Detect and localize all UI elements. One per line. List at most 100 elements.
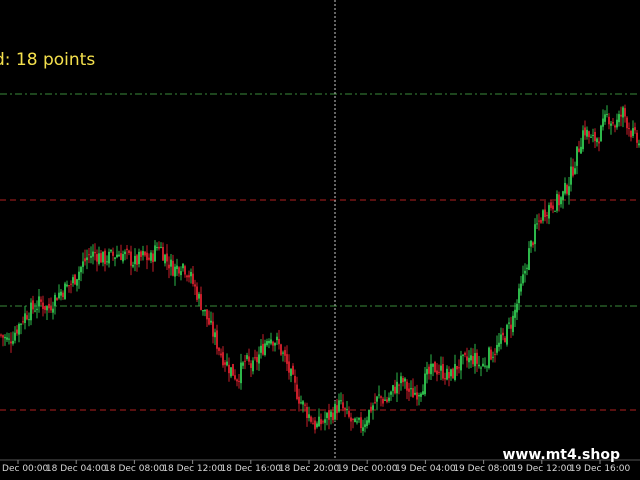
candle-bull xyxy=(164,254,166,264)
candle-bear xyxy=(310,416,312,422)
time-tick-label: 19 Dec 16:00 xyxy=(570,464,631,474)
candle-bull xyxy=(604,114,606,122)
candle-bear xyxy=(166,253,168,262)
candle-bear xyxy=(206,309,208,320)
candle-bull xyxy=(214,332,216,338)
candle-bear xyxy=(336,405,338,414)
candle-bull xyxy=(592,134,594,136)
candle-bull xyxy=(28,319,30,321)
candle-bull xyxy=(252,360,254,372)
candle-bear xyxy=(256,357,258,363)
candle-bear xyxy=(40,299,42,302)
candle-bull xyxy=(92,251,94,257)
candle-bear xyxy=(178,267,180,274)
candle-bull xyxy=(156,246,158,248)
candle-bull xyxy=(522,274,524,284)
candle-bear xyxy=(382,398,384,404)
candle-bear xyxy=(146,252,148,261)
candle-bull xyxy=(36,308,38,310)
candle-bull xyxy=(102,251,104,263)
candle-bull xyxy=(586,129,588,137)
candle-bear xyxy=(322,421,324,423)
candle-bull xyxy=(274,343,276,346)
candle-bull xyxy=(486,366,488,368)
candle-bear xyxy=(628,128,630,130)
candle-bear xyxy=(120,253,122,260)
candle-bear xyxy=(238,380,240,382)
candle-bull xyxy=(24,313,26,324)
candle-bear xyxy=(380,396,382,398)
candle-bull xyxy=(460,355,462,371)
candle-bull xyxy=(198,293,200,299)
candle-bear xyxy=(288,361,290,373)
candle-bear xyxy=(572,166,574,176)
candle-bear xyxy=(74,274,76,285)
time-tick-label: 19 Dec 08:00 xyxy=(453,464,514,474)
candle-bear xyxy=(104,250,106,265)
candle-bear xyxy=(130,251,132,266)
candle-bear xyxy=(558,194,560,206)
time-tick-label: 19 Dec 12:00 xyxy=(512,464,573,474)
candle-bear xyxy=(62,292,64,298)
candle-bull xyxy=(258,354,260,364)
candle-bull xyxy=(376,396,378,402)
candle-bull xyxy=(124,251,126,255)
candle-bull xyxy=(86,257,88,261)
candle-bull xyxy=(410,388,412,390)
candle-bull xyxy=(260,345,262,353)
candle-bull xyxy=(484,365,486,367)
candle-bear xyxy=(196,286,198,300)
candle-bear xyxy=(278,339,280,345)
candle-bull xyxy=(480,367,482,369)
candle-bull xyxy=(356,421,358,423)
candle-bear xyxy=(144,251,146,256)
candle-bear xyxy=(444,378,446,380)
candle-bull xyxy=(226,361,228,366)
candle-bull xyxy=(54,294,56,307)
candle-bear xyxy=(360,417,362,429)
candle-bear xyxy=(136,255,138,265)
candle-bull xyxy=(600,125,602,142)
candle-bear xyxy=(284,350,286,356)
candle-bear xyxy=(416,392,418,400)
candle-bull xyxy=(426,368,428,375)
candle-bear xyxy=(344,408,346,410)
candle-bull xyxy=(246,355,248,359)
candle-bull xyxy=(132,264,134,267)
candle-bear xyxy=(612,122,614,124)
candle-bull xyxy=(122,254,124,262)
candle-bear xyxy=(538,220,540,222)
candle-bull xyxy=(536,223,538,225)
candle-bear xyxy=(398,384,400,386)
candle-bull xyxy=(482,363,484,367)
candle-bear xyxy=(48,303,50,309)
candle-bear xyxy=(552,205,554,210)
candle-bull xyxy=(106,261,108,263)
candle-bear xyxy=(42,302,44,310)
candle-bear xyxy=(546,214,548,217)
candle-bull xyxy=(396,381,398,394)
price-chart[interactable]: 18 Dec 00:0018 Dec 04:0018 Dec 08:0018 D… xyxy=(0,0,640,480)
candle-bull xyxy=(12,340,14,344)
candle-bear xyxy=(68,285,70,287)
candle-bear xyxy=(578,148,580,152)
candle-bull xyxy=(462,354,464,356)
candle-bull xyxy=(134,255,136,265)
candle-bear xyxy=(544,209,546,218)
candle-bull xyxy=(508,322,510,324)
candle-bear xyxy=(162,247,164,261)
candle-bear xyxy=(184,266,186,275)
candle-bear xyxy=(228,364,230,374)
candle-bull xyxy=(300,402,302,404)
candle-bear xyxy=(148,257,150,260)
candle-bear xyxy=(312,423,314,425)
candle-bear xyxy=(620,114,622,117)
candle-bull xyxy=(446,368,448,380)
candle-bull xyxy=(384,399,386,401)
candle-bull xyxy=(58,292,60,299)
candle-bear xyxy=(314,420,316,430)
candle-bull xyxy=(66,284,68,287)
candle-bull xyxy=(548,205,550,219)
candle-bull xyxy=(20,323,22,325)
candle-bull xyxy=(488,347,490,368)
